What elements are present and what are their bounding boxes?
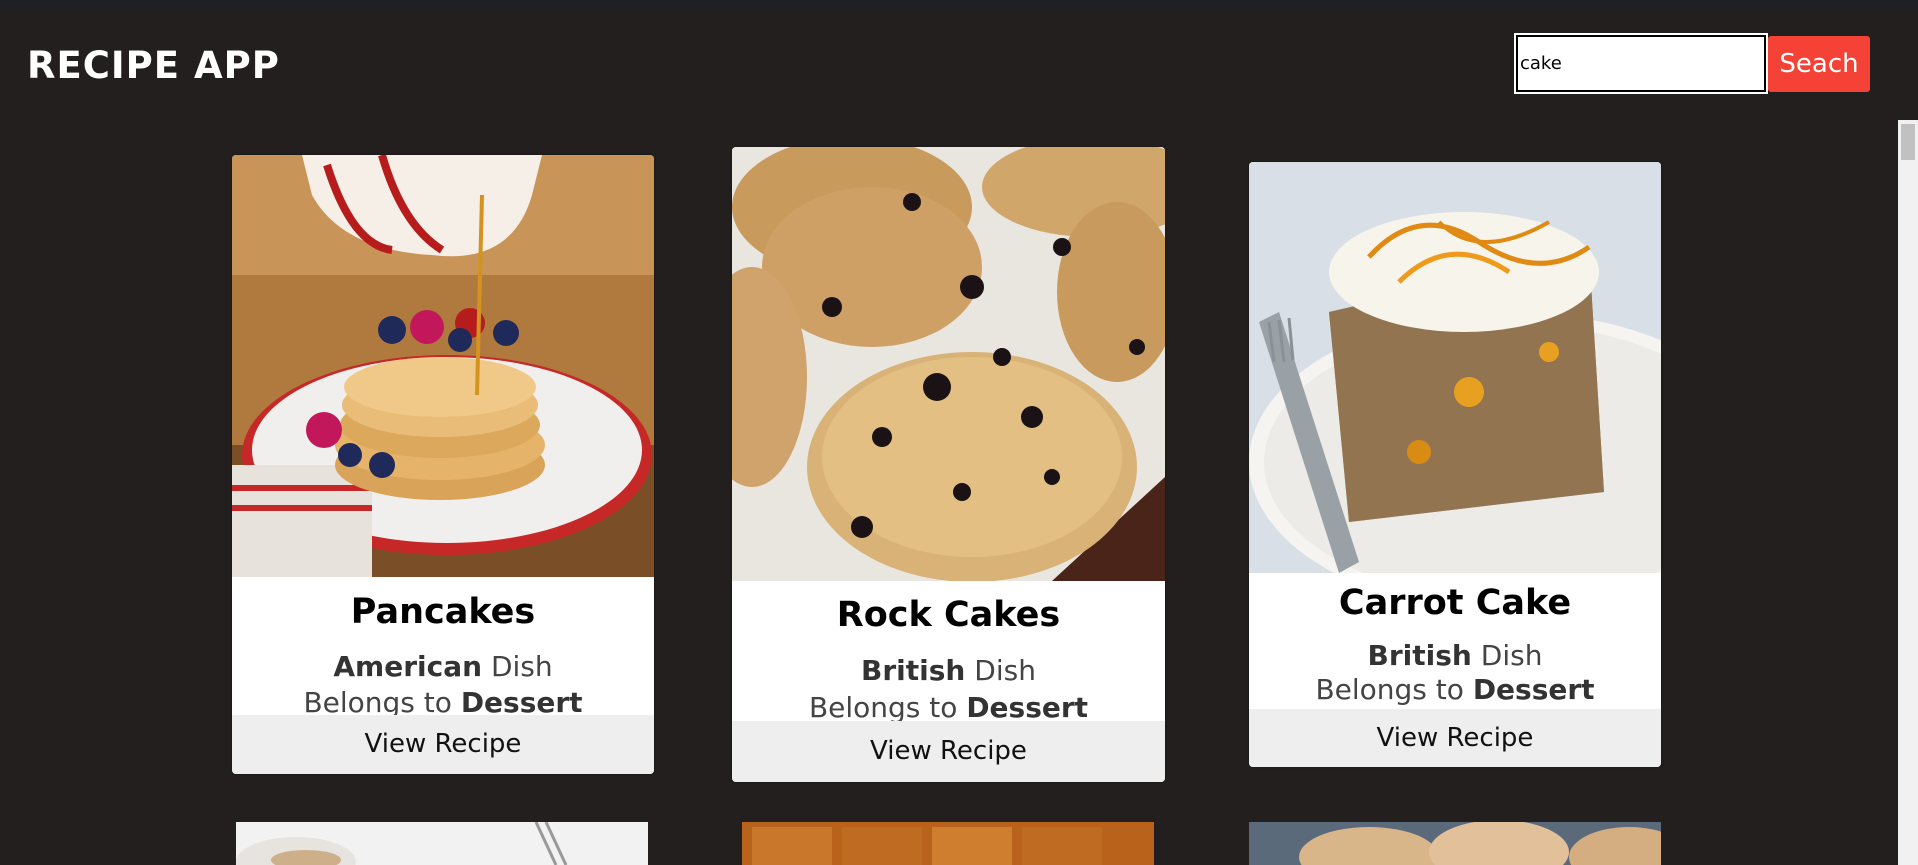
recipe-area-suffix: Dish: [974, 654, 1036, 687]
scrollbar-thumb[interactable]: [1901, 124, 1915, 160]
vertical-scrollbar[interactable]: [1898, 120, 1918, 865]
recipe-area: British Dish: [732, 653, 1165, 689]
recipe-area-suffix: Dish: [1480, 639, 1543, 672]
search-button[interactable]: Seach: [1768, 36, 1870, 92]
recipe-area-name: British: [1367, 639, 1472, 672]
app-title: RECIPE APP: [27, 44, 280, 87]
recipe-card: Carrot Cake British Dish Belongs to Dess…: [1249, 162, 1661, 767]
recipe-image-carrot-cake: [1249, 162, 1661, 573]
recipe-category-name: Dessert: [966, 691, 1089, 724]
recipe-area-suffix: Dish: [490, 650, 553, 683]
recipe-area: British Dish: [1249, 638, 1661, 674]
recipe-title: Carrot Cake: [1338, 583, 1572, 623]
recipe-area-name: American: [333, 650, 483, 683]
recipe-area-name: British: [861, 654, 966, 687]
search-input[interactable]: [1514, 33, 1768, 94]
browser-top-strip: [0, 0, 1918, 8]
recipe-image-partial: [742, 822, 1154, 865]
recipe-image-partial: [236, 822, 648, 865]
recipe-title: Pancakes: [350, 592, 536, 632]
app-header: RECIPE APP Seach: [0, 8, 1898, 120]
recipe-image-rock-cakes: [732, 147, 1165, 581]
recipe-category-name: Dessert: [1472, 673, 1595, 706]
recipe-category-prefix: Belongs to: [808, 691, 958, 724]
recipe-card: Rock Cakes British Dish Belongs to Desse…: [732, 147, 1165, 782]
recipe-area: American Dish: [232, 649, 654, 685]
recipe-card-partial: [1249, 822, 1661, 865]
recipe-card-partial: [742, 822, 1154, 865]
recipe-category-prefix: Belongs to: [1315, 673, 1464, 706]
recipe-category: Belongs to Dessert: [1249, 672, 1661, 708]
view-recipe-button[interactable]: View Recipe: [232, 715, 654, 774]
view-recipe-button[interactable]: View Recipe: [1249, 709, 1661, 767]
recipe-card: Pancakes American Dish Belongs to Desser…: [232, 155, 654, 774]
recipe-title: Rock Cakes: [836, 595, 1061, 635]
recipe-image-partial: [1249, 822, 1661, 865]
view-recipe-button[interactable]: View Recipe: [732, 721, 1165, 782]
recipe-card-partial: [236, 822, 648, 865]
recipe-image-pancakes: [232, 155, 654, 577]
